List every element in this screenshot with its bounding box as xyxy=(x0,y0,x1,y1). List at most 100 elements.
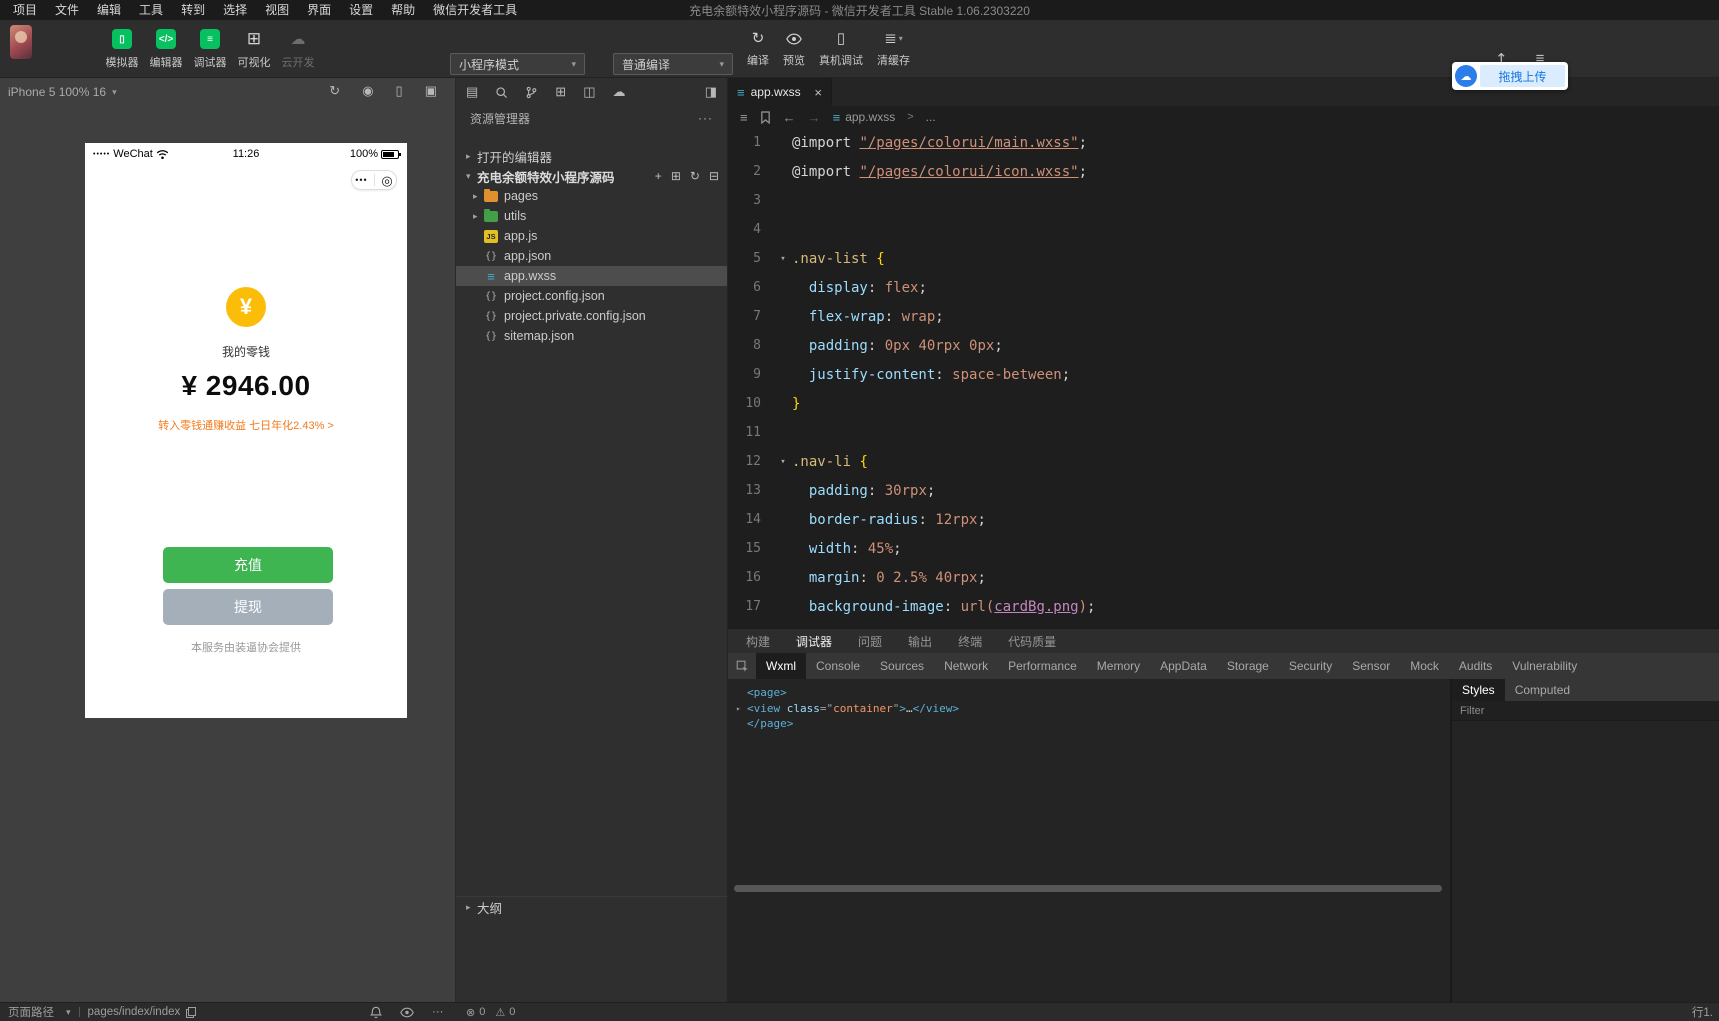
code-line-4[interactable]: 4 xyxy=(728,215,1719,244)
drag-upload-overlay[interactable]: ☁ 拖拽上传 xyxy=(1452,62,1568,90)
panel-tab-调试器[interactable]: 调试器 xyxy=(796,633,832,650)
styles-tab-computed[interactable]: Computed xyxy=(1505,679,1580,701)
promo-link[interactable]: 转入零钱通赚收益 七日年化2.43% > xyxy=(85,417,407,433)
device-frame-icon[interactable]: ▯ xyxy=(396,83,403,99)
code-line-9[interactable]: 9 justify-content: space-between; xyxy=(728,360,1719,389)
bookmark-icon[interactable] xyxy=(760,110,771,124)
menu-item-7[interactable]: 界面 xyxy=(298,0,340,20)
file-row-app.json[interactable]: {} app.json xyxy=(456,246,727,266)
panel-toggle-icon[interactable]: ◨ xyxy=(705,84,717,100)
menu-item-2[interactable]: 编辑 xyxy=(88,0,130,20)
menu-item-5[interactable]: 选择 xyxy=(214,0,256,20)
recharge-button[interactable]: 充值 xyxy=(163,547,333,583)
device-selector[interactable]: iPhone 5 100% 16 ▾ xyxy=(8,85,117,99)
expand-arrow[interactable]: ▸ xyxy=(736,704,747,713)
panel-tab-问题[interactable]: 问题 xyxy=(858,633,882,650)
code-line-6[interactable]: 6 display: flex; xyxy=(728,273,1719,302)
devtools-tab-performance[interactable]: Performance xyxy=(998,653,1087,679)
outline-section[interactable]: ▸ 大纲 xyxy=(456,896,727,918)
code-line-8[interactable]: 8 padding: 0px 40rpx 0px; xyxy=(728,331,1719,360)
panel-tab-构建[interactable]: 构建 xyxy=(746,633,770,650)
devtools-tab-console[interactable]: Console xyxy=(806,653,870,679)
menu-item-0[interactable]: 项目 xyxy=(4,0,46,20)
project-root-row[interactable]: ▾ 充电余额特效小程序源码 + ⊞ ↻ ⊟ xyxy=(456,166,727,186)
capsule-close-icon[interactable]: ◎ xyxy=(381,174,392,187)
git-branch-icon[interactable] xyxy=(525,86,538,99)
more-options-icon[interactable]: ··· xyxy=(432,1006,444,1018)
devtools-tab-sources[interactable]: Sources xyxy=(870,653,934,679)
code-line-14[interactable]: 14 border-radius: 12rpx; xyxy=(728,505,1719,534)
devtools-tab-audits[interactable]: Audits xyxy=(1449,653,1502,679)
code-area[interactable]: 1 @import "/pages/colorui/main.wxss"; 2 @im… xyxy=(728,128,1719,628)
code-line-16[interactable]: 16 margin: 0 2.5% 40rpx; xyxy=(728,563,1719,592)
cursor-position[interactable]: 行1. xyxy=(1692,1004,1713,1020)
capsule-more-icon[interactable]: ••• xyxy=(355,175,367,185)
file-row-app.wxss[interactable]: ≡ app.wxss xyxy=(456,266,727,286)
file-row-project.private.config.json[interactable]: {} project.private.config.json xyxy=(456,306,727,326)
devtools-tab-vulnerability[interactable]: Vulnerability xyxy=(1502,653,1587,679)
menu-item-8[interactable]: 设置 xyxy=(340,0,382,20)
forward-icon[interactable]: → xyxy=(808,110,821,125)
compile-mode-select[interactable]: 普通编译 ▾ xyxy=(613,53,733,75)
file-row-project.config.json[interactable]: {} project.config.json xyxy=(456,286,727,306)
toolbar-button-visualization[interactable]: ⊞ 可视化 xyxy=(232,29,276,70)
menu-item-3[interactable]: 工具 xyxy=(130,0,172,20)
split-editor-icon[interactable]: ◫ xyxy=(583,84,595,100)
explorer-more-icon[interactable]: ··· xyxy=(698,111,713,125)
code-line-3[interactable]: 3 xyxy=(728,186,1719,215)
collapse-all-icon[interactable]: ⊟ xyxy=(709,169,719,183)
action-clear-cache[interactable]: ≣ ▾ 清缓存 xyxy=(870,29,917,68)
open-editors-section[interactable]: ▸ 打开的编辑器 xyxy=(456,146,727,166)
avatar[interactable] xyxy=(10,25,32,59)
styles-filter-input[interactable]: Filter xyxy=(1452,701,1719,721)
record-icon[interactable]: ◉ xyxy=(362,83,373,99)
code-line-10[interactable]: 10} xyxy=(728,389,1719,418)
rotate-icon[interactable]: ↻ xyxy=(329,83,340,99)
inspect-element-icon[interactable] xyxy=(728,660,756,673)
devtools-tab-storage[interactable]: Storage xyxy=(1217,653,1279,679)
code-line-15[interactable]: 15 width: 45%; xyxy=(728,534,1719,563)
notification-bell-icon[interactable] xyxy=(370,1006,382,1019)
toolbar-button-editor[interactable]: </> 编辑器 xyxy=(144,29,188,70)
panel-tab-输出[interactable]: 输出 xyxy=(908,633,932,650)
refresh-icon[interactable]: ↻ xyxy=(690,169,700,183)
code-line-1[interactable]: 1 @import "/pages/colorui/main.wxss"; xyxy=(728,128,1719,157)
tab-app-wxss[interactable]: ≡ app.wxss × xyxy=(728,78,832,106)
code-line-11[interactable]: 11 xyxy=(728,418,1719,447)
file-row-utils[interactable]: ▸ utils xyxy=(456,206,727,226)
code-line-12[interactable]: 12 ▾ .nav-li { xyxy=(728,447,1719,476)
new-folder-icon[interactable]: ⊞ xyxy=(671,169,681,183)
multi-window-icon[interactable]: ▣ xyxy=(425,83,437,99)
code-line-2[interactable]: 2 @import "/pages/colorui/icon.wxss"; xyxy=(728,157,1719,186)
wxml-node-2[interactable]: </page> xyxy=(736,716,1444,732)
file-row-app.js[interactable]: JS app.js xyxy=(456,226,727,246)
devtools-tab-sensor[interactable]: Sensor xyxy=(1342,653,1400,679)
panel-tab-终端[interactable]: 终端 xyxy=(958,633,982,650)
breadcrumb-file[interactable]: ≡ app.wxss xyxy=(833,110,896,125)
action-compile[interactable]: ↻ 编译 xyxy=(740,29,776,68)
toolbar-button-debugger[interactable]: ≡ 调试器 xyxy=(188,29,232,70)
search-icon[interactable] xyxy=(495,86,508,99)
fold-marker[interactable]: ▾ xyxy=(774,457,792,467)
back-icon[interactable]: ← xyxy=(783,110,796,125)
file-row-sitemap.json[interactable]: {} sitemap.json xyxy=(456,326,727,346)
menu-item-1[interactable]: 文件 xyxy=(46,0,88,20)
code-line-5[interactable]: 5 ▾ .nav-list { xyxy=(728,244,1719,273)
eye-icon[interactable] xyxy=(400,1007,414,1018)
page-path-selector[interactable]: 页面路径 ▾ xyxy=(8,1004,71,1020)
horizontal-scrollbar[interactable] xyxy=(734,885,1442,892)
devtools-tab-memory[interactable]: Memory xyxy=(1087,653,1150,679)
action-device-debug[interactable]: ▯ 真机调试 xyxy=(812,29,870,68)
outline-list-icon[interactable]: ≡ xyxy=(740,110,748,125)
withdraw-button[interactable]: 提现 xyxy=(163,589,333,625)
close-icon[interactable]: × xyxy=(814,85,822,100)
styles-tab-styles[interactable]: Styles xyxy=(1452,679,1505,701)
files-icon[interactable]: ▤ xyxy=(466,84,478,100)
devtools-tab-appdata[interactable]: AppData xyxy=(1150,653,1217,679)
code-line-13[interactable]: 13 padding: 30rpx; xyxy=(728,476,1719,505)
devtools-tab-wxml[interactable]: Wxml xyxy=(756,653,806,679)
wxml-node-0[interactable]: <page> xyxy=(736,685,1444,701)
menu-item-10[interactable]: 微信开发者工具 xyxy=(424,0,526,20)
cloud-icon[interactable]: ☁ xyxy=(613,84,626,100)
menu-item-9[interactable]: 帮助 xyxy=(382,0,424,20)
